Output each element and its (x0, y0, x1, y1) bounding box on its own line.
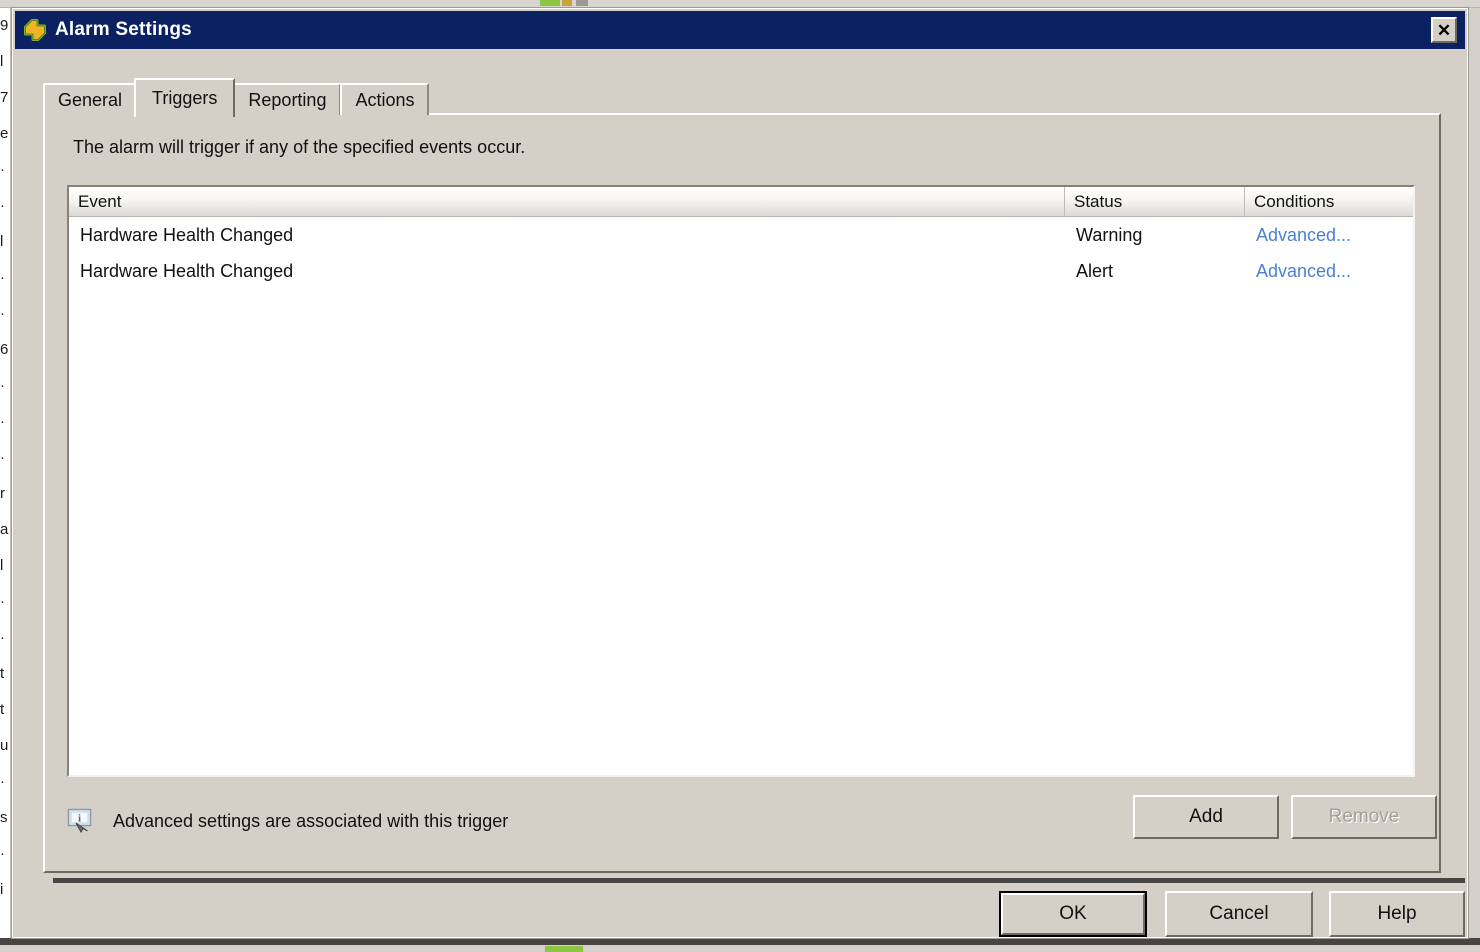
tab-general-label: General (58, 89, 123, 110)
background-window-left-text: 9 l 7 e · · l · · 6 · · · r a l · · t t u · s · i (0, 8, 10, 938)
background-window-top-strip (0, 0, 1480, 8)
advanced-settings-note-text: Advanced settings are associated with th… (113, 810, 509, 831)
background-green-tab (545, 946, 583, 952)
tab-reporting-label: Reporting (248, 89, 327, 110)
row-conditions-link[interactable]: Advanced... (1245, 225, 1409, 246)
background-fleck-grey (576, 0, 588, 6)
column-header-conditions[interactable]: Conditions (1245, 187, 1409, 216)
remove-button-label: Remove (1328, 806, 1400, 827)
background-fleck-amber (562, 0, 572, 6)
dialog-titlebar[interactable]: Alarm Settings ✕ (15, 11, 1465, 49)
advanced-settings-note: i Advanced settings are associated with … (67, 807, 508, 835)
alarm-settings-icon (23, 18, 47, 42)
help-button[interactable]: Help (1329, 891, 1465, 937)
info-monitor-icon: i (67, 807, 95, 835)
background-bottom-rule (0, 938, 1480, 945)
row-status: Warning (1076, 224, 1143, 245)
tab-actions-label: Actions (355, 89, 415, 110)
help-button-label: Help (1377, 903, 1417, 924)
footer-separator (53, 878, 1465, 883)
triggers-list[interactable]: Event Status Conditions Hardware Health … (67, 185, 1415, 777)
row-conditions-link[interactable]: Advanced... (1245, 261, 1409, 282)
tab-general[interactable]: General (43, 83, 138, 115)
tab-triggers[interactable]: Triggers (134, 78, 236, 117)
column-header-event[interactable]: Event (69, 187, 1065, 216)
alarm-settings-dialog: Alarm Settings ✕ General Triggers Report… (12, 8, 1468, 938)
cancel-button[interactable]: Cancel (1165, 891, 1313, 937)
row-event: Hardware Health Changed (80, 260, 294, 281)
instruction-text: The alarm will trigger if any of the spe… (73, 137, 526, 157)
table-row[interactable]: Hardware Health Changed Alert Advanced..… (69, 253, 1413, 289)
svg-text:i: i (78, 813, 81, 825)
tab-triggers-label: Triggers (152, 88, 218, 108)
background-fleck-green (540, 0, 560, 6)
list-header-row: Event Status Conditions (69, 187, 1413, 217)
ok-button[interactable]: OK (999, 891, 1147, 937)
tab-reporting[interactable]: Reporting (233, 83, 342, 115)
tab-strip: General Triggers Reporting Actions (43, 77, 430, 117)
close-icon: ✕ (1436, 20, 1452, 40)
table-row[interactable]: Hardware Health Changed Warning Advanced… (69, 217, 1413, 253)
background-bottom-area (0, 945, 1480, 952)
tab-actions[interactable]: Actions (340, 83, 430, 115)
close-button[interactable]: ✕ (1431, 17, 1457, 43)
add-button[interactable]: Add (1133, 795, 1279, 839)
dialog-title: Alarm Settings (55, 19, 192, 40)
cancel-button-label: Cancel (1209, 903, 1269, 924)
ok-button-label: OK (1059, 903, 1087, 924)
column-header-status[interactable]: Status (1065, 187, 1245, 216)
row-status: Alert (1076, 260, 1114, 281)
add-button-label: Add (1189, 806, 1223, 827)
triggers-tab-panel: The alarm will trigger if any of the spe… (43, 113, 1441, 873)
desktop-background: 9 l 7 e · · l · · 6 · · · r a l · · t t u · s · i Alarm Settings… (0, 0, 1480, 952)
remove-button: Remove (1291, 795, 1437, 839)
row-event: Hardware Health Changed (80, 224, 294, 245)
